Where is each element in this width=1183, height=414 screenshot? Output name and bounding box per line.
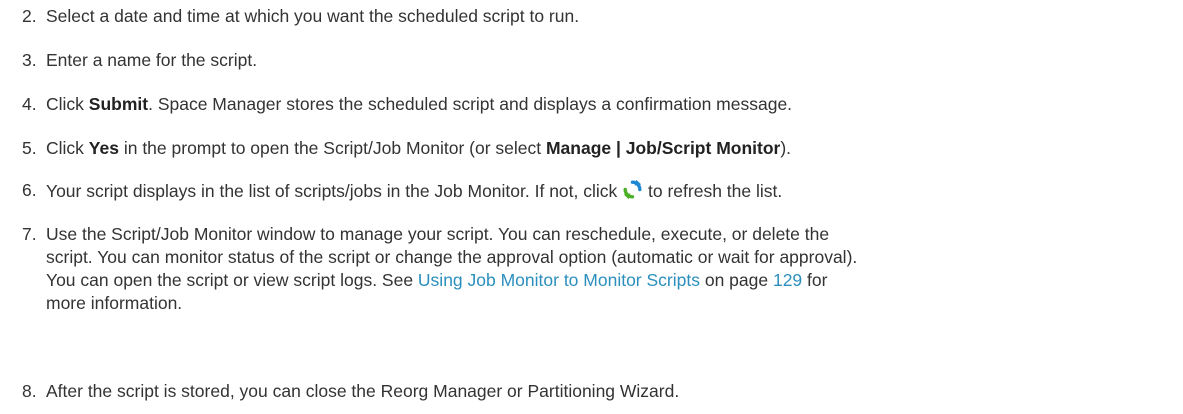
submit-term: Submit — [88, 94, 149, 114]
step-number: 8. — [22, 381, 37, 401]
yes-term: Yes — [88, 138, 119, 158]
text-run: on page — [699, 270, 773, 290]
step-text: Select a date and time at which you want… — [46, 6, 580, 26]
text-run: Click — [46, 94, 89, 114]
text-run: ). — [780, 138, 792, 158]
step-4: 4. Click Submit. Space Manager stores th… — [22, 93, 1172, 116]
step-3: 3. Enter a name for the script. — [22, 49, 1172, 72]
step-8: 8. After the script is stored, you can c… — [22, 380, 1172, 403]
text-line: script. You can monitor status of the sc… — [46, 247, 858, 267]
step-text: After the script is stored, you can clos… — [46, 381, 680, 401]
text-line: You can open the script or view script l… — [46, 269, 1172, 292]
step-number: 6. — [22, 180, 37, 200]
step-text: Your script displays in the list of scri… — [46, 179, 1172, 203]
step-number: 2. — [22, 6, 37, 26]
page-link[interactable]: 129 — [773, 270, 802, 290]
step-number: 5. — [22, 138, 37, 158]
text-line: Use the Script/Job Monitor window to man… — [46, 224, 830, 244]
step-text: Enter a name for the script. — [46, 50, 258, 70]
text-run: You can open the script or view script l… — [46, 270, 418, 290]
text-run: for — [802, 270, 828, 290]
step-number: 4. — [22, 94, 37, 114]
text-run: to refresh the list. — [643, 181, 783, 201]
text-run: . Space Manager stores the scheduled scr… — [148, 94, 793, 114]
job-monitor-link[interactable]: Using Job Monitor to Monitor Scripts — [418, 270, 700, 290]
text-line: more information. — [46, 293, 183, 313]
step-2: 2. Select a date and time at which you w… — [22, 5, 1172, 28]
step-number: 3. — [22, 50, 37, 70]
step-7: 7. Use the Script/Job Monitor window to … — [22, 223, 1172, 315]
menu-path-term: Manage | Job/Script Monitor — [545, 138, 781, 158]
step-text: Use the Script/Job Monitor window to man… — [46, 223, 1172, 315]
step-5: 5. Click Yes in the prompt to open the S… — [22, 137, 1172, 160]
text-run: Click — [46, 138, 89, 158]
document-page: 2. Select a date and time at which you w… — [0, 0, 1183, 414]
step-6: 6. Your script displays in the list of s… — [22, 179, 1172, 203]
step-number: 7. — [22, 224, 37, 244]
refresh-icon — [622, 179, 643, 200]
step-text: Click Submit. Space Manager stores the s… — [46, 93, 1172, 116]
step-text: Click Yes in the prompt to open the Scri… — [46, 137, 1172, 160]
text-run: in the prompt to open the Script/Job Mon… — [118, 138, 546, 158]
text-run: Your script displays in the list of scri… — [46, 181, 623, 201]
